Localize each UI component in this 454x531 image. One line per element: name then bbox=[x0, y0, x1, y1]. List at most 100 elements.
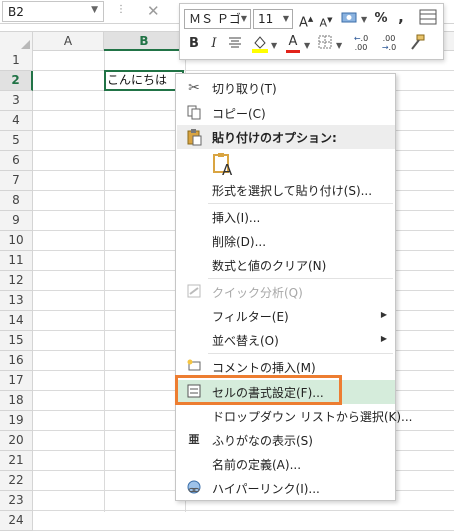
chevron-down-icon[interactable]: ▼ bbox=[271, 41, 277, 50]
context-menu: ✂ 切り取り(T) コピー(C) 貼り付けのオプション: A 形式を選択して貼り… bbox=[175, 73, 413, 501]
row-header-7[interactable]: 7 bbox=[0, 171, 33, 191]
menu-item-copy[interactable]: コピー(C) bbox=[177, 101, 395, 125]
menu-item-label: 形式を選択して貼り付け(S)... bbox=[212, 184, 373, 198]
row-header-21[interactable]: 21 bbox=[0, 451, 33, 471]
row-header-23[interactable]: 23 bbox=[0, 491, 33, 511]
fill-color-icon[interactable] bbox=[251, 34, 269, 60]
select-all-button[interactable] bbox=[0, 32, 33, 51]
name-box[interactable]: B2 ▼ bbox=[2, 1, 104, 22]
chevron-down-icon[interactable]: ▼ bbox=[283, 10, 289, 28]
row-header-8[interactable]: 8 bbox=[0, 191, 33, 211]
menu-item-clear-contents[interactable]: 数式と値のクリア(N) bbox=[177, 253, 395, 277]
menu-item-label: クイック分析(Q) bbox=[212, 286, 303, 300]
font-color-icon[interactable]: A bbox=[285, 33, 301, 53]
row-header-10[interactable]: 10 bbox=[0, 231, 33, 251]
menu-item-insert[interactable]: 挿入(I)... bbox=[177, 205, 395, 229]
menu-item-pick-from-list[interactable]: ドロップダウン リストから選択(K)... bbox=[177, 404, 413, 428]
callout-highlight-box bbox=[175, 375, 342, 405]
menu-separator bbox=[208, 353, 393, 354]
row-header-13[interactable]: 13 bbox=[0, 291, 33, 311]
menu-item-paste-special[interactable]: 形式を選択して貼り付け(S)... bbox=[177, 178, 395, 202]
align-center-icon[interactable] bbox=[227, 35, 243, 55]
increase-decimal-icon[interactable]: ←.0.00 bbox=[350, 34, 372, 52]
menu-item-label: ふりがなの表示(S) bbox=[212, 434, 313, 448]
comma-style-icon[interactable]: , bbox=[396, 8, 406, 26]
column-header-a[interactable]: A bbox=[33, 32, 104, 51]
menu-item-delete[interactable]: 削除(D)... bbox=[177, 229, 395, 253]
grow-font-icon[interactable]: A▲ bbox=[299, 10, 313, 32]
menu-item-label: コピー(C) bbox=[212, 107, 266, 121]
row-header-1[interactable]: 1 bbox=[0, 51, 33, 71]
chevron-down-icon[interactable]: ▼ bbox=[241, 10, 247, 28]
row-header-22[interactable]: 22 bbox=[0, 471, 33, 491]
copy-icon bbox=[185, 104, 203, 122]
menu-item-label: ドロップダウン リストから選択(K)... bbox=[212, 410, 413, 424]
borders-icon[interactable] bbox=[317, 35, 333, 55]
row-header-3[interactable]: 3 bbox=[0, 91, 33, 111]
menu-separator bbox=[208, 278, 393, 279]
row-header-20[interactable]: 20 bbox=[0, 431, 33, 451]
row-header-4[interactable]: 4 bbox=[0, 111, 33, 131]
menu-item-define-name[interactable]: 名前の定義(A)... bbox=[177, 452, 395, 476]
chevron-down-icon[interactable]: ▼ bbox=[336, 41, 342, 50]
accounting-format-icon[interactable] bbox=[340, 9, 360, 33]
menu-item-sort[interactable]: 並べ替え(O) ▶ bbox=[177, 328, 395, 352]
row-header-9[interactable]: 9 bbox=[0, 211, 33, 231]
shrink-font-icon[interactable]: A▼ bbox=[319, 11, 333, 33]
chevron-down-icon[interactable]: ▼ bbox=[361, 15, 367, 24]
row-header-2[interactable]: 2 bbox=[0, 71, 33, 91]
bold-icon[interactable]: B bbox=[187, 35, 201, 53]
row-header-11[interactable]: 11 bbox=[0, 251, 33, 271]
row-header-16[interactable]: 16 bbox=[0, 351, 33, 371]
font-color-glyph: A bbox=[288, 34, 298, 49]
menu-item-show-furigana[interactable]: 亜 ふりがなの表示(S) bbox=[177, 428, 395, 452]
row-header-24[interactable]: 24 bbox=[0, 511, 33, 531]
submenu-arrow-icon: ▶ bbox=[380, 310, 387, 319]
cancel-icon[interactable]: ✕ bbox=[147, 2, 160, 20]
menu-item-label: 挿入(I)... bbox=[212, 211, 261, 225]
format-painter-icon[interactable] bbox=[408, 34, 426, 58]
cell-b2[interactable]: こんにちは bbox=[104, 70, 184, 91]
row-header-14[interactable]: 14 bbox=[0, 311, 33, 331]
grow-font-glyph: A bbox=[299, 15, 308, 31]
row-header-5[interactable]: 5 bbox=[0, 131, 33, 151]
menu-item-label: 削除(D)... bbox=[212, 235, 267, 249]
column-header-b[interactable]: B bbox=[104, 32, 185, 51]
menu-item-cut[interactable]: ✂ 切り取り(T) bbox=[177, 76, 395, 100]
menu-item-filter[interactable]: フィルター(E) ▶ bbox=[177, 304, 395, 328]
row-header-18[interactable]: 18 bbox=[0, 391, 33, 411]
submenu-arrow-icon: ▶ bbox=[380, 334, 387, 343]
row-header-6[interactable]: 6 bbox=[0, 151, 33, 171]
italic-icon[interactable]: I bbox=[208, 35, 220, 53]
menu-item-label: 並べ替え(O) bbox=[212, 334, 279, 348]
chevron-down-icon[interactable]: ▼ bbox=[91, 5, 98, 15]
menu-item-label: 数式と値のクリア(N) bbox=[212, 259, 327, 273]
row-header-17[interactable]: 17 bbox=[0, 371, 33, 391]
mini-toolbar: ＭＳ Ｐゴ ▼ 11 ▼ A▲ A▼ ▼ % , B I ▼ A ▼ ▼ ←.0… bbox=[179, 3, 444, 60]
comment-icon bbox=[185, 358, 203, 376]
select-all-triangle-icon bbox=[21, 40, 30, 49]
menu-item-quick-analysis: クイック分析(Q) bbox=[177, 280, 395, 304]
increase-decimal-glyph: .0 bbox=[360, 34, 369, 43]
menu-item-hyperlink[interactable]: ハイパーリンク(I)... bbox=[177, 476, 395, 500]
row-header-15[interactable]: 15 bbox=[0, 331, 33, 351]
chevron-down-icon[interactable]: ▼ bbox=[304, 41, 310, 50]
font-name-box[interactable]: ＭＳ Ｐゴ ▼ bbox=[184, 9, 251, 29]
menu-separator bbox=[208, 203, 393, 204]
font-size-box[interactable]: 11 ▼ bbox=[253, 9, 293, 29]
format-table-icon[interactable] bbox=[418, 9, 438, 31]
quick-analysis-icon bbox=[185, 283, 203, 301]
paste-icon bbox=[185, 128, 203, 146]
name-box-value: B2 bbox=[8, 5, 24, 19]
paste-keep-text-only-button[interactable]: A bbox=[177, 150, 395, 180]
percent-style-icon[interactable]: % bbox=[374, 10, 388, 28]
font-name-value: ＭＳ Ｐゴ bbox=[189, 12, 241, 26]
paste-keep-text-glyph: A bbox=[222, 161, 233, 179]
menu-item-label: 貼り付けのオプション: bbox=[212, 131, 337, 145]
row-header-12[interactable]: 12 bbox=[0, 271, 33, 291]
decrease-decimal-icon[interactable]: .00 →.0 bbox=[377, 34, 401, 52]
hyperlink-icon bbox=[185, 479, 203, 497]
gridline bbox=[104, 51, 105, 512]
font-color-swatch bbox=[286, 50, 300, 53]
row-header-19[interactable]: 19 bbox=[0, 411, 33, 431]
